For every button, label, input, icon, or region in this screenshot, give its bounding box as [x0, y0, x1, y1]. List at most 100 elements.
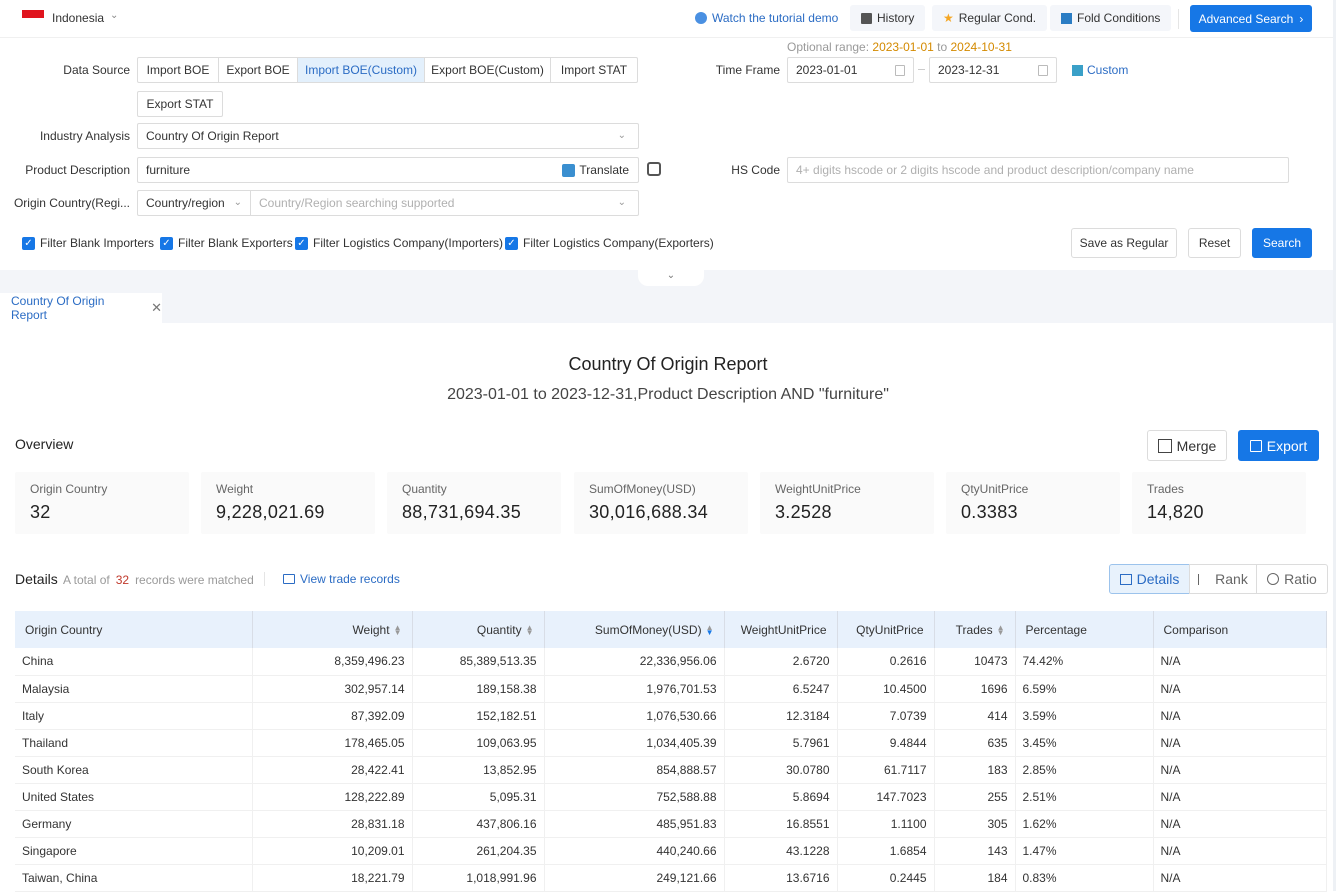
table-row[interactable]: Germany 28,831.18 437,806.16 485,951.83 16.8…	[15, 810, 1327, 838]
sort-icon[interactable]: ▲ ▼	[394, 624, 402, 637]
table-row[interactable]: Italy 87,392.09 152,182.51 1,076,530.66 12.3…	[15, 702, 1327, 730]
chevron-down-icon: ⌄	[617, 197, 626, 208]
col-quantity[interactable]: Quantity ▲ ▼	[412, 611, 545, 648]
cell-percentage: 2.85%	[1015, 756, 1154, 784]
filter-logistics-exporters-checkbox[interactable]: ✓ Filter Logistics Company(Exporters)	[505, 236, 714, 250]
fold-conditions-button[interactable]: Fold Conditions	[1050, 5, 1172, 31]
cell-percentage: 6.59%	[1015, 675, 1154, 703]
tab-label: Country Of Origin Report	[11, 294, 105, 322]
table-row[interactable]: United States 128,222.89 5,095.31 752,588.8…	[15, 783, 1327, 811]
industry-analysis-select[interactable]: Country Of Origin Report ⌄	[137, 123, 639, 149]
data-source-import-stat[interactable]: Import STAT	[550, 57, 638, 83]
view-rank-button[interactable]: Rank	[1189, 564, 1257, 594]
card-label: Origin Country	[30, 482, 108, 496]
cell-sum-of-money: 1,976,701.53	[544, 675, 725, 703]
view-details-button[interactable]: Details	[1109, 564, 1190, 594]
cell-qty-unit-price: 9.4844	[837, 729, 935, 757]
cell-qty-unit-price: 61.7117	[837, 756, 935, 784]
chevron-down-icon: ⌄	[617, 130, 626, 141]
table-row[interactable]: China 8,359,496.23 85,389,513.35 22,336,956…	[15, 648, 1327, 676]
cell-percentage: 1.47%	[1015, 837, 1154, 865]
data-source-export-stat[interactable]: Export STAT	[137, 91, 223, 117]
cell-origin-country: Malaysia	[15, 675, 253, 703]
view-details-label: Details	[1136, 571, 1180, 587]
date-to-value: 2023-12-31	[938, 63, 1000, 77]
cell-quantity: 5,095.31	[412, 783, 545, 811]
save-as-regular-button[interactable]: Save as Regular	[1071, 228, 1177, 258]
filter-blank-exporters-checkbox[interactable]: ✓ Filter Blank Exporters	[160, 236, 293, 250]
header-label: WeightUnitPrice	[740, 622, 827, 637]
table-row[interactable]: Malaysia 302,957.14 189,158.38 1,976,701.53…	[15, 675, 1327, 703]
cell-origin-country: South Korea	[15, 756, 253, 784]
tutorial-label: Watch the tutorial demo	[712, 11, 839, 25]
tab-country-of-origin-report[interactable]: Country Of Origin Report ✕	[0, 293, 162, 323]
data-source-import-boe[interactable]: Import BOE	[137, 57, 219, 83]
date-from-input[interactable]: 2023-01-01	[787, 57, 914, 83]
product-description-input[interactable]: furniture Translate	[137, 157, 639, 183]
card-label: QtyUnitPrice	[961, 482, 1029, 496]
card-value: 14,820	[1147, 502, 1204, 522]
reset-button[interactable]: Reset	[1188, 228, 1241, 258]
chevron-down-icon: ⌄	[666, 270, 676, 281]
cell-quantity: 437,806.16	[412, 810, 545, 838]
sort-desc-icon[interactable]: ▲ ▼	[706, 624, 714, 637]
custom-button[interactable]: Custom	[1072, 63, 1128, 77]
export-button[interactable]: Export	[1238, 430, 1319, 461]
cell-quantity: 152,182.51	[412, 702, 545, 730]
view-trade-records-label: View trade records	[300, 572, 400, 586]
cell-percentage: 2.51%	[1015, 783, 1154, 811]
translate-button[interactable]: Translate	[562, 163, 629, 177]
col-weight[interactable]: Weight ▲ ▼	[252, 611, 413, 648]
cell-percentage: 3.59%	[1015, 702, 1154, 730]
cell-comparison: N/A	[1153, 675, 1327, 703]
country-selector[interactable]: Indonesia	[52, 11, 104, 25]
search-button[interactable]: Search	[1252, 228, 1312, 258]
table-row[interactable]: Singapore 10,209.01 261,204.35 440,240.66 43…	[15, 837, 1327, 865]
data-source-import-boe-custom[interactable]: Import BOE(Custom)	[297, 57, 425, 83]
col-trades[interactable]: Trades ▲ ▼	[934, 611, 1016, 648]
cell-sum-of-money: 1,034,405.39	[544, 729, 725, 757]
data-source-export-boe-custom[interactable]: Export BOE(Custom)	[424, 57, 551, 83]
chevron-down-icon[interactable]: ⌄	[110, 10, 118, 21]
col-sum-of-money[interactable]: SumOfMoney(USD) ▲ ▼	[544, 611, 725, 648]
origin-country-placeholder: Country/Region searching supported	[259, 196, 455, 210]
regular-cond-label: Regular Cond.	[958, 11, 1037, 25]
cell-qty-unit-price: 10.4500	[837, 675, 935, 703]
checkbox-checked-icon: ✓	[295, 236, 308, 250]
view-ratio-button[interactable]: Ratio	[1256, 564, 1328, 594]
cell-quantity: 109,063.95	[412, 729, 545, 757]
origin-type-select[interactable]: Country/region ⌄	[137, 190, 251, 216]
date-to-input[interactable]: 2023-12-31	[929, 57, 1057, 83]
advanced-search-button[interactable]: Advanced Search ›	[1190, 5, 1312, 32]
view-trade-records-link[interactable]: View trade records	[283, 572, 400, 586]
merge-button[interactable]: Merge	[1147, 430, 1227, 461]
filter-blank-importers-checkbox[interactable]: ✓ Filter Blank Importers	[22, 236, 154, 250]
close-icon[interactable]: ✕	[151, 300, 162, 316]
origin-type-value: Country/region	[146, 196, 225, 210]
collapse-conditions-toggle[interactable]: ⌄	[638, 268, 704, 286]
regular-cond-button[interactable]: ★ Regular Cond.	[932, 5, 1048, 31]
tutorial-link[interactable]: Watch the tutorial demo	[695, 11, 838, 25]
table-body: China 8,359,496.23 85,389,513.35 22,336,956…	[15, 648, 1327, 892]
hs-code-input[interactable]: 4+ digits hscode or 2 digits hscode and …	[787, 157, 1289, 183]
card-value: 3.2528	[775, 502, 832, 522]
table-row[interactable]: Thailand 178,465.05 109,063.95 1,034,405.39…	[15, 729, 1327, 757]
card-label: Quantity	[402, 482, 447, 496]
sort-icon[interactable]: ▲ ▼	[997, 624, 1005, 637]
hs-code-label: HS Code	[731, 163, 780, 177]
merge-label: Merge	[1176, 437, 1217, 454]
origin-country-select[interactable]: Country/Region searching supported ⌄	[250, 190, 639, 216]
sort-icon[interactable]: ▲ ▼	[526, 624, 534, 637]
cell-quantity: 261,204.35	[412, 837, 545, 865]
report-subtitle: 2023-01-01 to 2023-12-31,Product Descrip…	[447, 386, 889, 403]
history-button[interactable]: History	[850, 5, 926, 31]
header-label: Weight	[352, 622, 390, 637]
search-options-icon[interactable]	[647, 162, 661, 176]
filter-label: Filter Blank Importers	[40, 236, 155, 250]
table-row[interactable]: Taiwan, China 18,221.79 1,018,991.96 249,12…	[15, 864, 1327, 892]
industry-analysis-value: Country Of Origin Report	[146, 129, 279, 143]
data-source-export-boe[interactable]: Export BOE	[218, 57, 298, 83]
time-frame-label: Time Frame	[715, 63, 780, 77]
table-row[interactable]: South Korea 28,422.41 13,852.95 854,888.57 3…	[15, 756, 1327, 784]
filter-logistics-importers-checkbox[interactable]: ✓ Filter Logistics Company(Importers)	[295, 236, 503, 250]
